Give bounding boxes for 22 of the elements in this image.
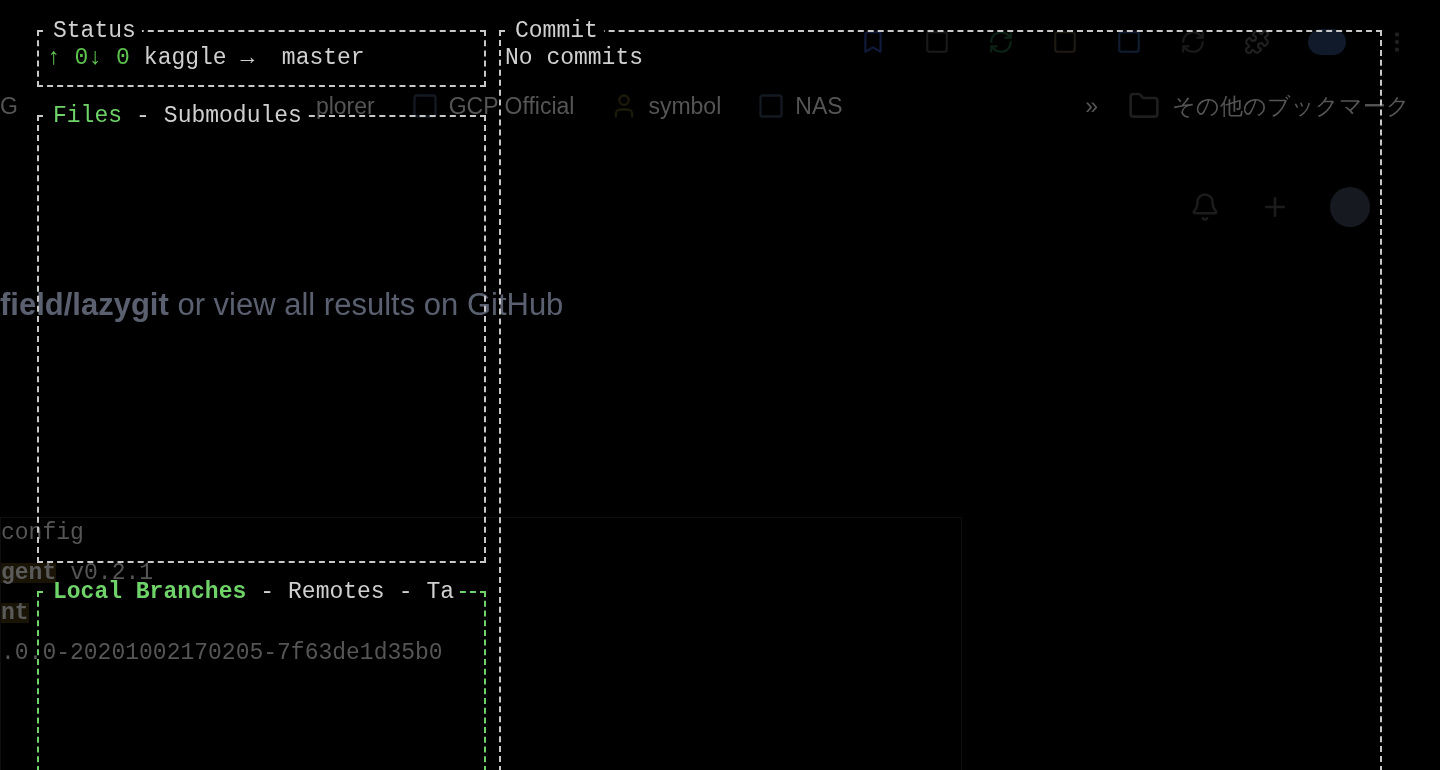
refresh-icon[interactable] — [988, 29, 1014, 55]
bookmark-link[interactable]: G — [0, 88, 18, 124]
more-bookmarks-button[interactable]: » — [1085, 88, 1098, 124]
sync-status: ↑ 0↓ 0 — [47, 44, 130, 72]
code-line: .0.0-20201002170205-7f63de1d35b0 — [1, 643, 444, 663]
tab-separator: - — [136, 107, 150, 125]
panel-tab[interactable]: Ta — [426, 583, 455, 601]
bookmark-link[interactable]: symbol — [648, 88, 722, 124]
panel-tab[interactable]: Remotes — [288, 583, 385, 601]
commit-message: No commits — [505, 45, 644, 71]
bookmark-link[interactable]: plorer — [315, 88, 375, 124]
code-tag: nt — [1, 603, 29, 623]
branch-status: kaggle → master — [143, 44, 365, 72]
refresh-icon[interactable] — [1180, 29, 1206, 55]
code-tag: gent — [1, 563, 57, 583]
bookmark-link[interactable]: GCP Official — [448, 88, 575, 124]
puzzle-icon[interactable] — [1244, 29, 1270, 55]
tab-separator: - — [260, 583, 275, 601]
bookmark-link[interactable]: NAS — [795, 88, 843, 124]
code-line: config — [1, 523, 85, 543]
tab-separator: - — [398, 583, 413, 601]
avatar-icon[interactable] — [1308, 29, 1346, 55]
